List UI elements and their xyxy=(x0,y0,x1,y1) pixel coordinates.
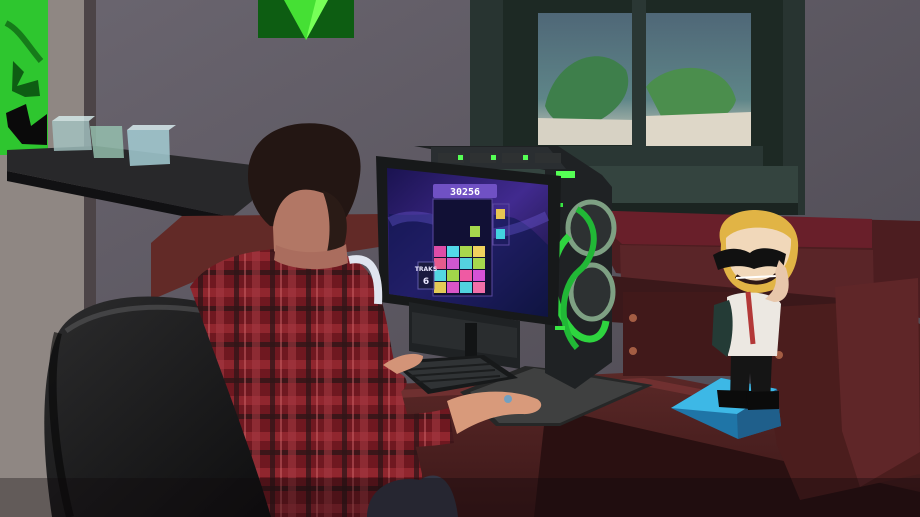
green-poster xyxy=(0,0,48,155)
floor-shadow xyxy=(0,478,920,517)
game-scene: 30256 TRAKS 6 xyxy=(0,0,920,517)
plumbob-poster xyxy=(258,0,354,40)
level-value: 6 xyxy=(423,277,429,287)
scene-illustration: 30256 TRAKS 6 xyxy=(0,0,920,517)
score-display: 30256 xyxy=(450,187,480,198)
level-label: TRAKS xyxy=(415,266,437,273)
